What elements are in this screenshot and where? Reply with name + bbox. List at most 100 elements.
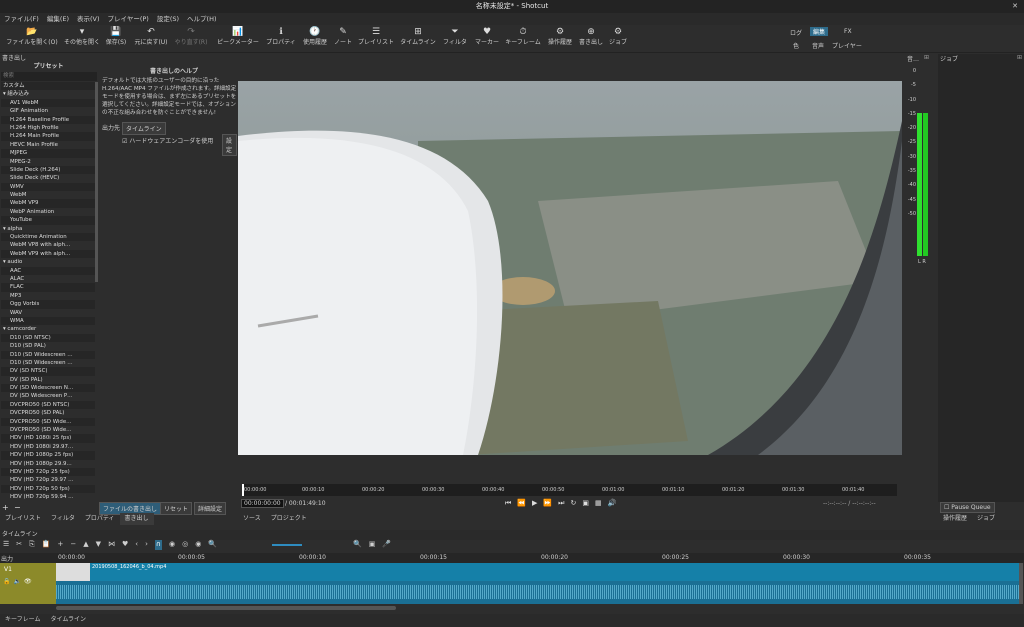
timeline-clip[interactable]: 20190508_162046_b_04.mp4 (56, 563, 1019, 604)
preset-item[interactable]: WebM VP9 (1, 199, 95, 207)
tab-project[interactable]: プロジェクト (266, 513, 312, 525)
loop-icon[interactable]: ↻ (570, 499, 576, 509)
preset-item[interactable]: HEVC Main Profile (1, 140, 95, 150)
menu-player[interactable]: プレイヤー(P) (104, 13, 153, 25)
jobs-undock-icon[interactable]: ⊞ (1017, 54, 1022, 61)
zoom-slider[interactable] (272, 544, 302, 546)
preset-item[interactable]: WebP Animation (1, 207, 95, 217)
export-button[interactable]: ⊕ 書き出し (578, 25, 604, 53)
layout-fx-button[interactable]: FX (844, 28, 852, 35)
skip-next-icon[interactable]: ⏭ (558, 499, 564, 509)
history-button[interactable]: ⚙ 操作履歴 (544, 25, 576, 53)
preset-item[interactable]: HDV (HD 1080i 25 fps) (1, 434, 95, 442)
scrub-icon[interactable]: ◉ (169, 540, 175, 550)
hw-config-button[interactable]: 設定 (222, 134, 237, 156)
preset-item[interactable]: GIF Animation (1, 107, 95, 116)
tab-properties[interactable]: プロパティ (80, 513, 120, 525)
record-audio-icon[interactable]: 🎤 (382, 540, 391, 548)
preset-item[interactable]: FLAC (1, 283, 95, 291)
preset-item[interactable]: YouTube (1, 216, 95, 224)
video-preview[interactable] (238, 81, 902, 455)
preset-item[interactable]: Slide Deck (HEVC) (1, 174, 95, 183)
layout-color-button[interactable]: 色 (793, 41, 799, 50)
preset-item[interactable]: WebM VP8 with alph… (1, 241, 95, 250)
append-icon[interactable]: + (57, 540, 63, 550)
player-scrub-bar[interactable]: 00:00:00 00:00:10 00:00:20 00:00:30 00:0… (242, 484, 897, 496)
menu-icon[interactable]: ☰ (3, 540, 9, 550)
tab-timeline[interactable]: タイムライン (45, 614, 91, 627)
menu-help[interactable]: ヘルプ(H) (183, 13, 220, 25)
preset-item[interactable]: Slide Deck (H.264) (1, 166, 95, 174)
preset-scrollbar[interactable] (95, 82, 98, 282)
preset-item[interactable]: DVCPRO50 (SD PAL) (1, 409, 95, 418)
cut-icon[interactable]: ✂ (16, 540, 22, 550)
tab-playlist[interactable]: プレイリスト (0, 513, 46, 525)
filters-button[interactable]: ⏷ フィルタ (440, 25, 470, 53)
preset-item[interactable]: DVCPRO50 (SD Wide… (1, 418, 95, 426)
track-header-v1[interactable]: V1 🔒 🔈 👁 (0, 563, 56, 604)
zoom-out-icon[interactable]: 🔍 (208, 540, 217, 550)
hw-encoder-checkbox[interactable]: ☑ ハードウェアエンコーダを使用 (122, 136, 213, 145)
rewind-icon[interactable]: ⏪ (517, 499, 526, 509)
open-other-button[interactable]: ▾ その他を開く (60, 25, 104, 53)
preset-item[interactable]: WebM VP9 with alph… (1, 250, 95, 258)
pause-queue-button[interactable]: ☐ Pause Queue (940, 502, 995, 513)
preset-item[interactable]: MP3 (1, 291, 95, 301)
play-icon[interactable]: ▶ (532, 499, 537, 509)
preset-item[interactable]: HDV (HD 720p 29.97 … (1, 476, 95, 485)
layout-player-button[interactable]: プレイヤー (832, 41, 862, 50)
eye-icon[interactable]: 👁 (24, 578, 32, 585)
tab-history[interactable]: 操作履歴 (938, 513, 972, 525)
preset-item[interactable]: HDV (HD 1080p 25 fps) (1, 451, 95, 459)
preset-item[interactable]: H.264 Main Profile (1, 132, 95, 140)
peak-meter-button[interactable]: 📊 ピークメーター (214, 25, 262, 53)
ripple-icon[interactable]: ◎ (182, 540, 188, 550)
timecode-field[interactable]: 00:00:00:00 (241, 499, 284, 508)
preset-item[interactable]: ▾ audio (1, 258, 95, 267)
timeline-button[interactable]: ⊞ タイムライン (398, 25, 438, 53)
remove-icon[interactable]: − (70, 540, 76, 550)
preset-item[interactable]: WebM (1, 191, 95, 200)
timeline-scrollbar-h[interactable] (56, 606, 396, 610)
preset-item[interactable]: HDV (HD 1080p 29.9… (1, 459, 95, 468)
zoom-icon[interactable]: ▣ (582, 499, 589, 509)
output-select[interactable]: タイムライン (122, 122, 166, 135)
preset-item[interactable]: HDV (HD 720p 25 fps) (1, 468, 95, 476)
markers-button[interactable]: ♥ マーカー (472, 25, 502, 53)
lock-icon[interactable]: 🔒 (3, 578, 10, 585)
preset-item[interactable]: HDV (HD 720p 59.94 … (1, 493, 95, 502)
grid-icon[interactable]: ▦ (595, 499, 602, 509)
tab-keyframes[interactable]: キーフレーム (0, 614, 45, 627)
volume-icon[interactable]: 🔊 (608, 499, 617, 509)
preset-item[interactable]: ▾ 組み込み (1, 90, 95, 99)
playlist-button[interactable]: ☰ プレイリスト (356, 25, 396, 53)
properties-button[interactable]: ℹ プロパティ (264, 25, 298, 53)
timeline-scrollbar-v[interactable] (1019, 563, 1023, 604)
notes-button[interactable]: ✎ ノート (332, 25, 354, 53)
save-button[interactable]: 💾 保存(S) (104, 25, 128, 53)
preset-tree[interactable]: カスタム ▾ 組み込み AV1 WebM GIF Animation H.264 Bas… (1, 82, 95, 502)
recent-button[interactable]: 🕐 使用履歴 (300, 25, 330, 53)
fast-forward-icon[interactable]: ⏩ (543, 499, 552, 509)
tab-jobs[interactable]: ジョブ (972, 513, 1000, 525)
preset-item[interactable]: DVCPRO50 (SD Wide… (1, 426, 95, 435)
zoom-in-icon[interactable]: 🔍 (353, 540, 362, 548)
preset-item[interactable]: ALAC (1, 274, 95, 284)
preset-item[interactable]: AV1 WebM (1, 99, 95, 107)
mute-icon[interactable]: 🔈 (13, 578, 20, 585)
lift-icon[interactable]: ▲ (83, 540, 88, 550)
preset-item[interactable]: D10 (SD NTSC) (1, 334, 95, 342)
skip-previous-icon[interactable]: ⏮ (505, 499, 511, 509)
preset-item[interactable]: DVCPRO50 (SD NTSC) (1, 401, 95, 409)
preset-item[interactable]: WAV (1, 308, 95, 317)
preset-item[interactable]: DV (SD Widescreen N… (1, 384, 95, 392)
ripple-all-icon[interactable]: ◉ (195, 540, 201, 550)
layout-audio-button[interactable]: 音声 (812, 41, 824, 50)
menu-edit[interactable]: 編集(E) (43, 13, 73, 25)
preset-item[interactable]: D10 (SD Widescreen … (1, 358, 95, 368)
preset-item[interactable]: HDV (HD 1080i 29.97… (1, 442, 95, 452)
keyframes-button[interactable]: ⏱ キーフレーム (504, 25, 542, 53)
preset-item[interactable]: AAC (1, 267, 95, 275)
snap-icon[interactable]: ∩ (154, 540, 163, 550)
preset-item[interactable]: DV (SD Widescreen P… (1, 392, 95, 401)
